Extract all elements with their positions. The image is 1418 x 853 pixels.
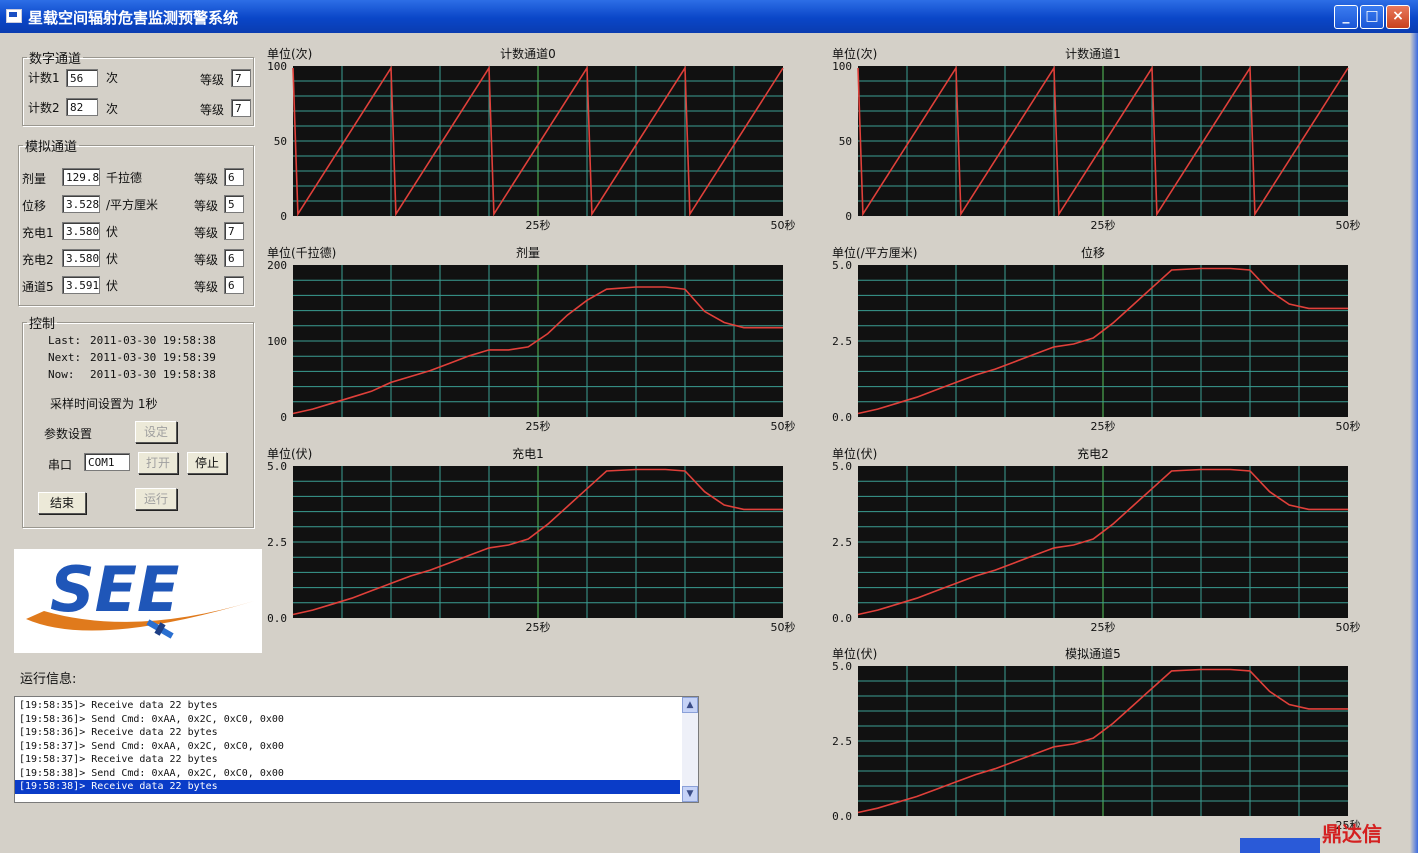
chart-1-ytick-label: 50	[839, 135, 852, 148]
charts-canvas: 计数通道0 单位(次) 0 50 100 25秒 50秒 计数通道1 单位(次) 0 50 100 25…	[267, 46, 1361, 832]
chart-5-ytick-label: 0.0	[832, 612, 852, 625]
chart-5-ytick-label: 2.5	[832, 536, 852, 549]
chart-5-title: 充电2	[1077, 446, 1109, 461]
chart-1-unit-label: 单位(次)	[832, 46, 877, 61]
chart-5-ytick-label: 5.0	[832, 460, 852, 473]
chart-0-ytick-label: 100	[267, 60, 287, 73]
chart-6-ytick-label: 5.0	[832, 660, 852, 673]
chart-4-ytick-label: 5.0	[267, 460, 287, 473]
chart-6-title: 模拟通道5	[1065, 647, 1121, 661]
chart-6-ytick-label: 2.5	[832, 735, 852, 748]
chart-4-title: 充电1	[512, 446, 544, 461]
chart-6-unit-label: 单位(伏)	[832, 646, 877, 661]
chart-4-ytick-label: 2.5	[267, 536, 287, 549]
chart-2-unit-label: 单位(千拉德)	[267, 245, 336, 260]
chart-0-title: 计数通道0	[500, 46, 556, 61]
chart-2-ytick-label: 0	[280, 411, 287, 424]
chart-0-xtick-label: 25秒	[526, 218, 551, 232]
chart-5-xtick-label: 25秒	[1091, 620, 1116, 634]
chart-1-ytick-label: 100	[832, 60, 852, 73]
chart-0-xtick-label: 50秒	[771, 218, 796, 232]
chart-4-unit-label: 单位(伏)	[267, 446, 312, 461]
chart-6-ytick-label: 0.0	[832, 810, 852, 823]
chart-3-title: 位移	[1081, 245, 1105, 260]
chart-3-xtick-label: 25秒	[1091, 419, 1116, 433]
chart-1-xtick-label: 25秒	[1091, 218, 1116, 232]
taskbar-fragment	[1240, 838, 1320, 853]
watermark: 鼎达信	[1322, 822, 1382, 846]
chart-2-xtick-label: 50秒	[771, 419, 796, 433]
chart-2-xtick-label: 25秒	[526, 419, 551, 433]
chart-1-title: 计数通道1	[1065, 46, 1121, 61]
chart-0-ytick-label: 50	[274, 135, 287, 148]
chart-4-xtick-label: 25秒	[526, 620, 551, 634]
chart-1-xtick-label: 50秒	[1336, 218, 1361, 232]
chart-5-xtick-label: 50秒	[1336, 620, 1361, 634]
chart-4-xtick-label: 50秒	[771, 620, 796, 634]
chart-0-unit-label: 单位(次)	[267, 46, 312, 61]
chart-2-ytick-label: 200	[267, 259, 287, 272]
chart-3-ytick-label: 5.0	[832, 259, 852, 272]
chart-2-title: 剂量	[516, 245, 540, 260]
chart-0-ytick-label: 0	[280, 210, 287, 223]
chart-4-ytick-label: 0.0	[267, 612, 287, 625]
chart-2-ytick-label: 100	[267, 335, 287, 348]
chart-5-unit-label: 单位(伏)	[832, 446, 877, 461]
chart-1-ytick-label: 0	[845, 210, 852, 223]
chart-3-xtick-label: 50秒	[1336, 419, 1361, 433]
chart-3-ytick-label: 0.0	[832, 411, 852, 424]
chart-3-unit-label: 单位(/平方厘米)	[832, 245, 917, 260]
chart-3-ytick-label: 2.5	[832, 335, 852, 348]
